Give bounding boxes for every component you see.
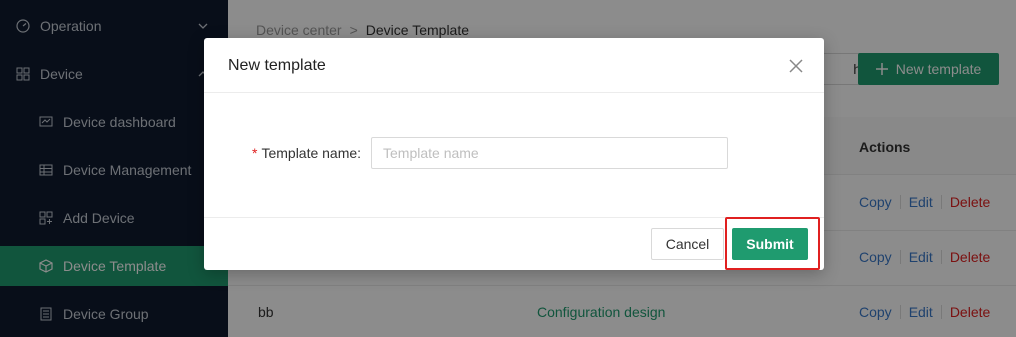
required-mark: *	[252, 145, 258, 161]
cancel-button[interactable]: Cancel	[651, 228, 724, 260]
template-name-label-text: Template name	[261, 145, 358, 161]
template-name-label: * Template name:	[252, 145, 361, 161]
modal-header-divider	[204, 92, 824, 93]
template-name-input[interactable]	[371, 137, 728, 169]
close-icon[interactable]	[788, 58, 804, 74]
submit-highlight-box	[725, 217, 820, 270]
modal-title: New template	[228, 57, 326, 74]
label-colon: :	[357, 145, 362, 161]
